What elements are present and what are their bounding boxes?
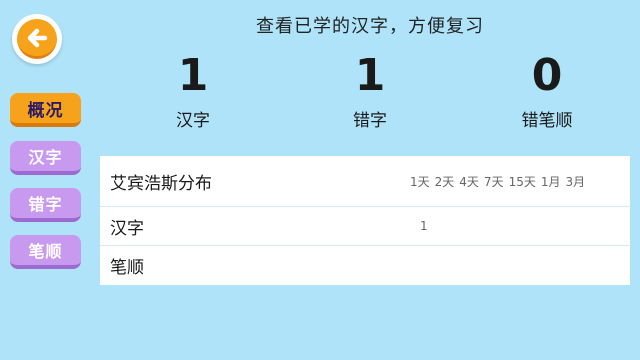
interval-3m: 3月	[565, 174, 586, 189]
tab-strokes[interactable]: 笔顺	[10, 235, 81, 269]
stat-wrong-chars-value: 1	[354, 50, 386, 101]
tab-overview[interactable]: 概况	[10, 93, 81, 127]
stat-wrong-strokes-label: 错笔顺	[521, 111, 573, 131]
stat-hanzi: 1 汉字	[133, 50, 253, 132]
stat-wrong-chars: 1 错字	[310, 50, 430, 132]
table-row-values: 1	[410, 219, 428, 233]
table-header-label: 艾宾浩斯分布	[110, 173, 212, 194]
interval-7d: 7天	[483, 174, 504, 189]
stat-hanzi-label: 汉字	[176, 111, 210, 131]
stat-wrong-chars-label: 错字	[353, 111, 387, 131]
table-cell-value: 1	[420, 219, 428, 233]
tab-wrong-chars[interactable]: 错字	[10, 188, 81, 222]
table-row-label: 汉字	[110, 218, 144, 239]
page-subtitle: 查看已学的汉字，方便复习	[256, 16, 484, 37]
ebbinghaus-table: 艾宾浩斯分布 1天 2天 4天 7天 15天 1月 3月 汉字 1 笔顺	[100, 156, 630, 285]
stat-hanzi-value: 1	[177, 50, 209, 101]
tab-hanzi[interactable]: 汉字	[10, 141, 81, 175]
interval-1m: 1月	[540, 174, 561, 189]
table-row: 笔顺	[100, 246, 630, 285]
interval-15d: 15天	[508, 174, 536, 189]
stat-wrong-strokes-value: 0	[531, 50, 563, 101]
table-header-row: 艾宾浩斯分布 1天 2天 4天 7天 15天 1月 3月	[100, 156, 630, 207]
table-row-label: 笔顺	[110, 258, 144, 278]
interval-headers: 1天 2天 4天 7天 15天 1月 3月	[410, 173, 590, 190]
interval-2d: 2天	[434, 174, 455, 189]
interval-4d: 4天	[459, 174, 479, 189]
table-row: 汉字 1	[100, 207, 630, 246]
interval-1d: 1天	[410, 174, 430, 189]
stat-wrong-strokes: 0 错笔顺	[487, 50, 607, 132]
